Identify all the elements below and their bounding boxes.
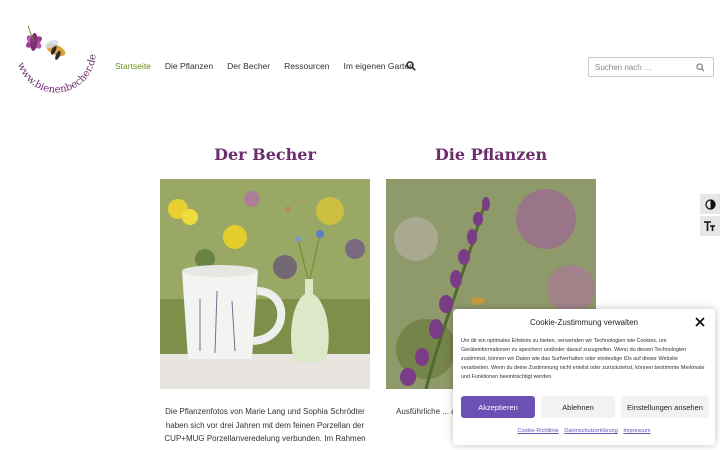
main-nav: Startseite Die Pflanzen Der Becher Resso… — [115, 61, 414, 71]
nav-item-becher[interactable]: Der Becher — [227, 61, 270, 71]
card-text-becher: Die Pflanzenfotos von Marie Lang und Sop… — [164, 407, 366, 443]
link-imprint[interactable]: Impressum — [623, 428, 650, 434]
becher-image[interactable] — [160, 179, 370, 389]
contrast-icon[interactable] — [700, 194, 720, 214]
accept-button[interactable]: Akzeptieren — [461, 396, 535, 418]
search-field — [588, 57, 714, 77]
search-icon[interactable] — [406, 61, 416, 71]
deny-button[interactable]: Ablehnen — [541, 396, 615, 418]
accessibility-toolbar — [700, 194, 720, 238]
settings-button[interactable]: Einstellungen ansehen — [621, 396, 709, 418]
cookie-title: Cookie-Zustimmung verwalten — [529, 318, 639, 327]
nav-item-pflanzen[interactable]: Die Pflanzen — [165, 61, 213, 71]
cookie-links: Cookie-Richtlinie Datenschutzerklärung I… — [453, 428, 715, 434]
nav-item-startseite[interactable]: Startseite — [115, 61, 151, 71]
font-size-icon[interactable] — [700, 216, 720, 236]
site-logo[interactable]: www.bienenbecher.de — [12, 12, 102, 98]
cookie-consent-dialog: Cookie-Zustimmung verwalten Um dir ein o… — [453, 309, 715, 445]
close-icon[interactable] — [695, 317, 705, 327]
cookie-text: Um dir ein optimales Erlebnis zu bieten,… — [461, 338, 705, 380]
link-privacy[interactable]: Datenschutzerklärung — [564, 428, 618, 434]
search-submit-icon[interactable] — [696, 63, 705, 72]
card-title-becher[interactable]: Der Becher — [160, 145, 370, 164]
search-input[interactable] — [595, 62, 695, 72]
link-cookie-policy[interactable]: Cookie-Richtlinie — [517, 428, 558, 434]
card-title-pflanzen[interactable]: Die Pflanzen — [386, 145, 596, 164]
nav-item-ressourcen[interactable]: Ressourcen — [284, 61, 329, 71]
nav-item-garten[interactable]: Im eigenen Garten — [343, 61, 413, 71]
